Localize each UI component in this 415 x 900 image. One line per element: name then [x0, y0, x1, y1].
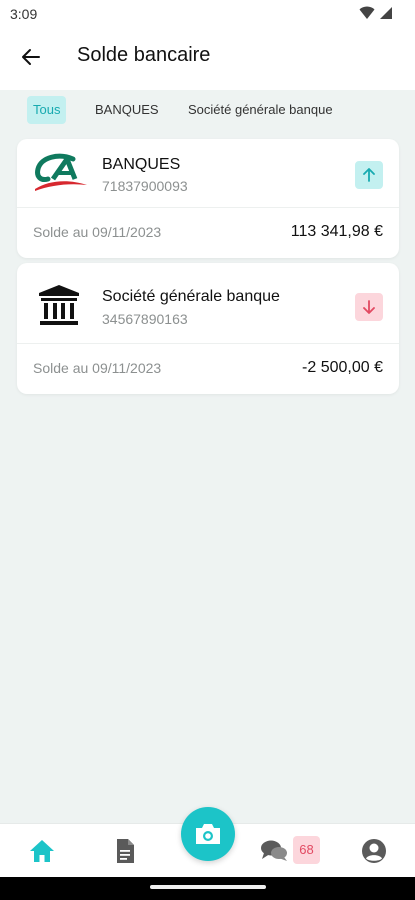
balance-value: -2 500,00 € [302, 359, 383, 376]
tab-banques[interactable]: BANQUES [89, 96, 165, 124]
arrow-down-icon [363, 300, 375, 314]
nav-profile[interactable] [358, 836, 390, 866]
account-card[interactable]: Société générale banque 34567890163 Sold… [17, 263, 399, 394]
balance-value: 113 341,98 € [290, 223, 383, 240]
tab-societe-generale[interactable]: Société générale banque [182, 96, 339, 124]
system-gesture-bar [0, 877, 415, 900]
bank-building-icon [39, 285, 79, 325]
profile-icon [362, 839, 386, 863]
credit-agricole-logo [35, 153, 87, 191]
wifi-icon [359, 6, 375, 19]
document-icon [117, 839, 134, 863]
filter-tabs: Tous BANQUES Société générale banque [0, 90, 415, 132]
camera-icon [196, 824, 220, 844]
status-time: 3:09 [10, 6, 38, 22]
account-card-header: Société générale banque 34567890163 [17, 263, 399, 344]
account-number: 71837900093 [102, 178, 188, 194]
back-button[interactable] [16, 42, 46, 72]
balance-label: Solde au 09/11/2023 [33, 224, 162, 240]
home-gesture-handle[interactable] [150, 885, 266, 889]
nav-home[interactable] [26, 836, 58, 866]
trend-down-button[interactable] [355, 293, 383, 321]
balance-label: Solde au 09/11/2023 [33, 360, 162, 376]
status-bar: 3:09 [0, 0, 415, 28]
nav-documents[interactable] [109, 836, 141, 866]
account-balance-row: Solde au 09/11/2023 113 341,98 € [17, 208, 399, 258]
trend-up-button[interactable] [355, 161, 383, 189]
cell-signal-icon [380, 7, 392, 19]
arrow-back-icon [22, 49, 40, 65]
nav-messages[interactable] [258, 836, 290, 866]
tab-tous[interactable]: Tous [27, 96, 67, 124]
account-name: Société générale banque [102, 288, 280, 305]
account-balance-row: Solde au 09/11/2023 -2 500,00 € [17, 344, 399, 394]
messages-count-badge: 68 [293, 836, 320, 864]
account-card[interactable]: BANQUES 71837900093 Solde au 09/11/2023 … [17, 139, 399, 258]
home-icon [30, 840, 54, 862]
account-name: BANQUES [102, 156, 181, 173]
page-title: Solde bancaire [77, 44, 211, 66]
status-icons [359, 6, 393, 20]
camera-button[interactable] [181, 807, 235, 861]
arrow-up-icon [363, 168, 375, 182]
account-number: 34567890163 [102, 311, 188, 327]
account-card-header: BANQUES 71837900093 [17, 139, 399, 208]
app-bar: Solde bancaire [0, 28, 415, 90]
chat-icon [261, 840, 287, 861]
